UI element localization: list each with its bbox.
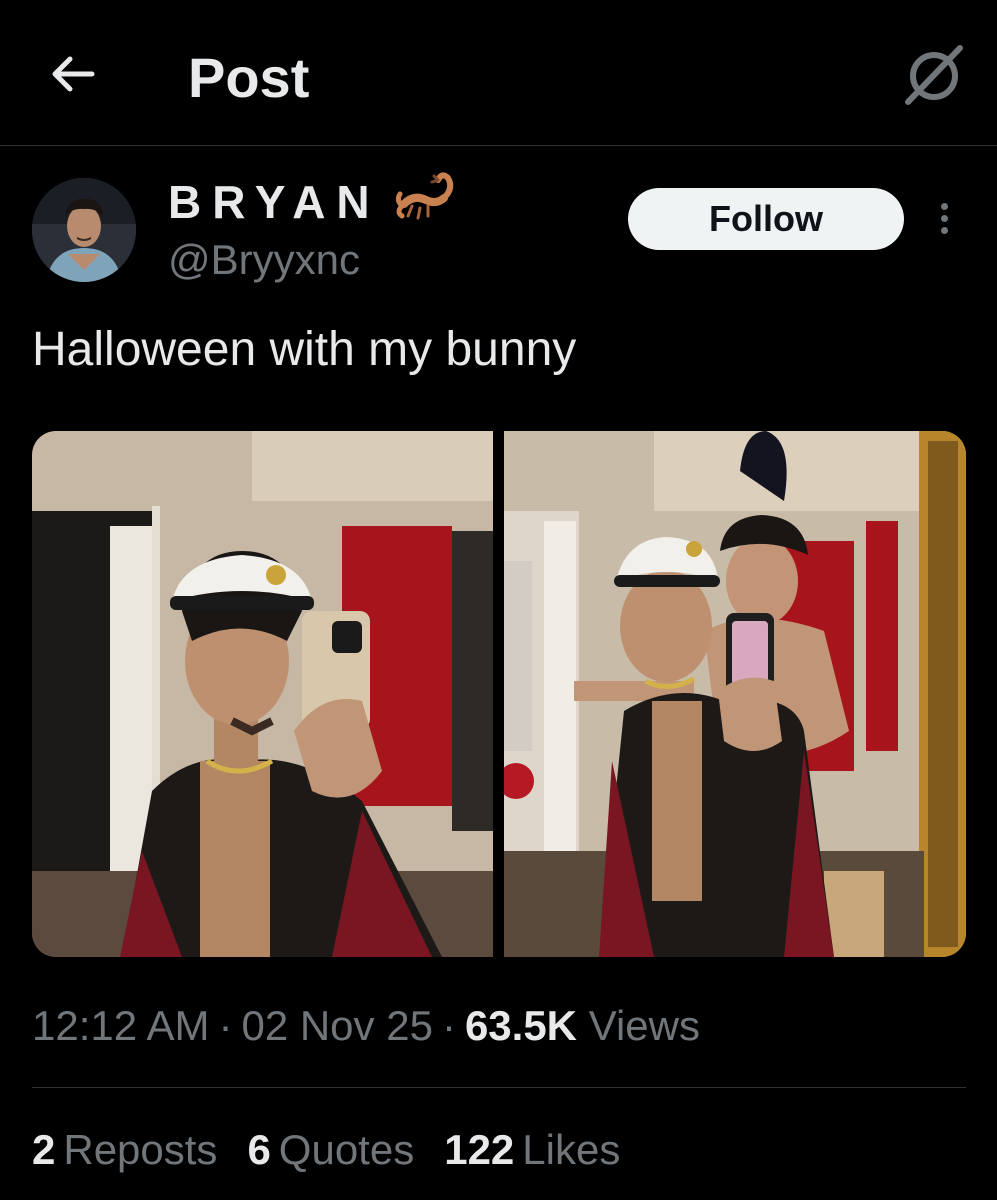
media-image[interactable] bbox=[504, 431, 966, 957]
separator: · bbox=[218, 1002, 233, 1049]
follow-button[interactable]: Follow bbox=[628, 188, 904, 250]
top-bar: Post bbox=[0, 0, 997, 145]
post-text: Halloween with my bunny bbox=[32, 323, 577, 376]
reposts-count: 2 bbox=[32, 1126, 56, 1173]
page-title: Post bbox=[188, 46, 310, 109]
grok-icon bbox=[905, 45, 963, 105]
views-label: Views bbox=[588, 1002, 700, 1049]
quotes-stat[interactable]: 6 Quotes bbox=[247, 1124, 414, 1176]
header-divider bbox=[0, 145, 997, 146]
user-handle[interactable]: @Bryyxnc bbox=[168, 236, 360, 284]
arrow-left-icon bbox=[52, 56, 95, 92]
post-date: 02 Nov 25 bbox=[241, 1002, 433, 1049]
avatar[interactable] bbox=[32, 178, 136, 282]
avatar-image bbox=[32, 178, 136, 282]
meta-divider bbox=[32, 1087, 966, 1088]
reposts-stat[interactable]: 2 Reposts bbox=[32, 1124, 217, 1176]
reposts-label: Reposts bbox=[63, 1126, 218, 1173]
media-image[interactable] bbox=[32, 431, 493, 957]
likes-label: Likes bbox=[522, 1126, 621, 1173]
quotes-count: 6 bbox=[247, 1126, 271, 1173]
post-metadata: 12:12 AM · 02 Nov 25 · 63.5K Views bbox=[32, 1000, 700, 1052]
grok-button[interactable] bbox=[898, 38, 970, 110]
likes-count: 122 bbox=[444, 1126, 515, 1173]
scorpion-emoji bbox=[395, 170, 460, 226]
more-vertical-icon[interactable] bbox=[930, 200, 958, 240]
engagement-stats: 2 Reposts 6 Quotes 122 Likes bbox=[32, 1124, 650, 1176]
separator: · bbox=[441, 1002, 456, 1049]
display-name[interactable]: BRYAN bbox=[168, 176, 381, 228]
media-grid bbox=[32, 431, 966, 957]
quotes-label: Quotes bbox=[278, 1126, 415, 1173]
post-time: 12:12 AM bbox=[32, 1002, 210, 1049]
likes-stat[interactable]: 122 Likes bbox=[444, 1124, 620, 1176]
views-count: 63.5K bbox=[464, 1002, 578, 1049]
back-button[interactable] bbox=[48, 48, 100, 100]
